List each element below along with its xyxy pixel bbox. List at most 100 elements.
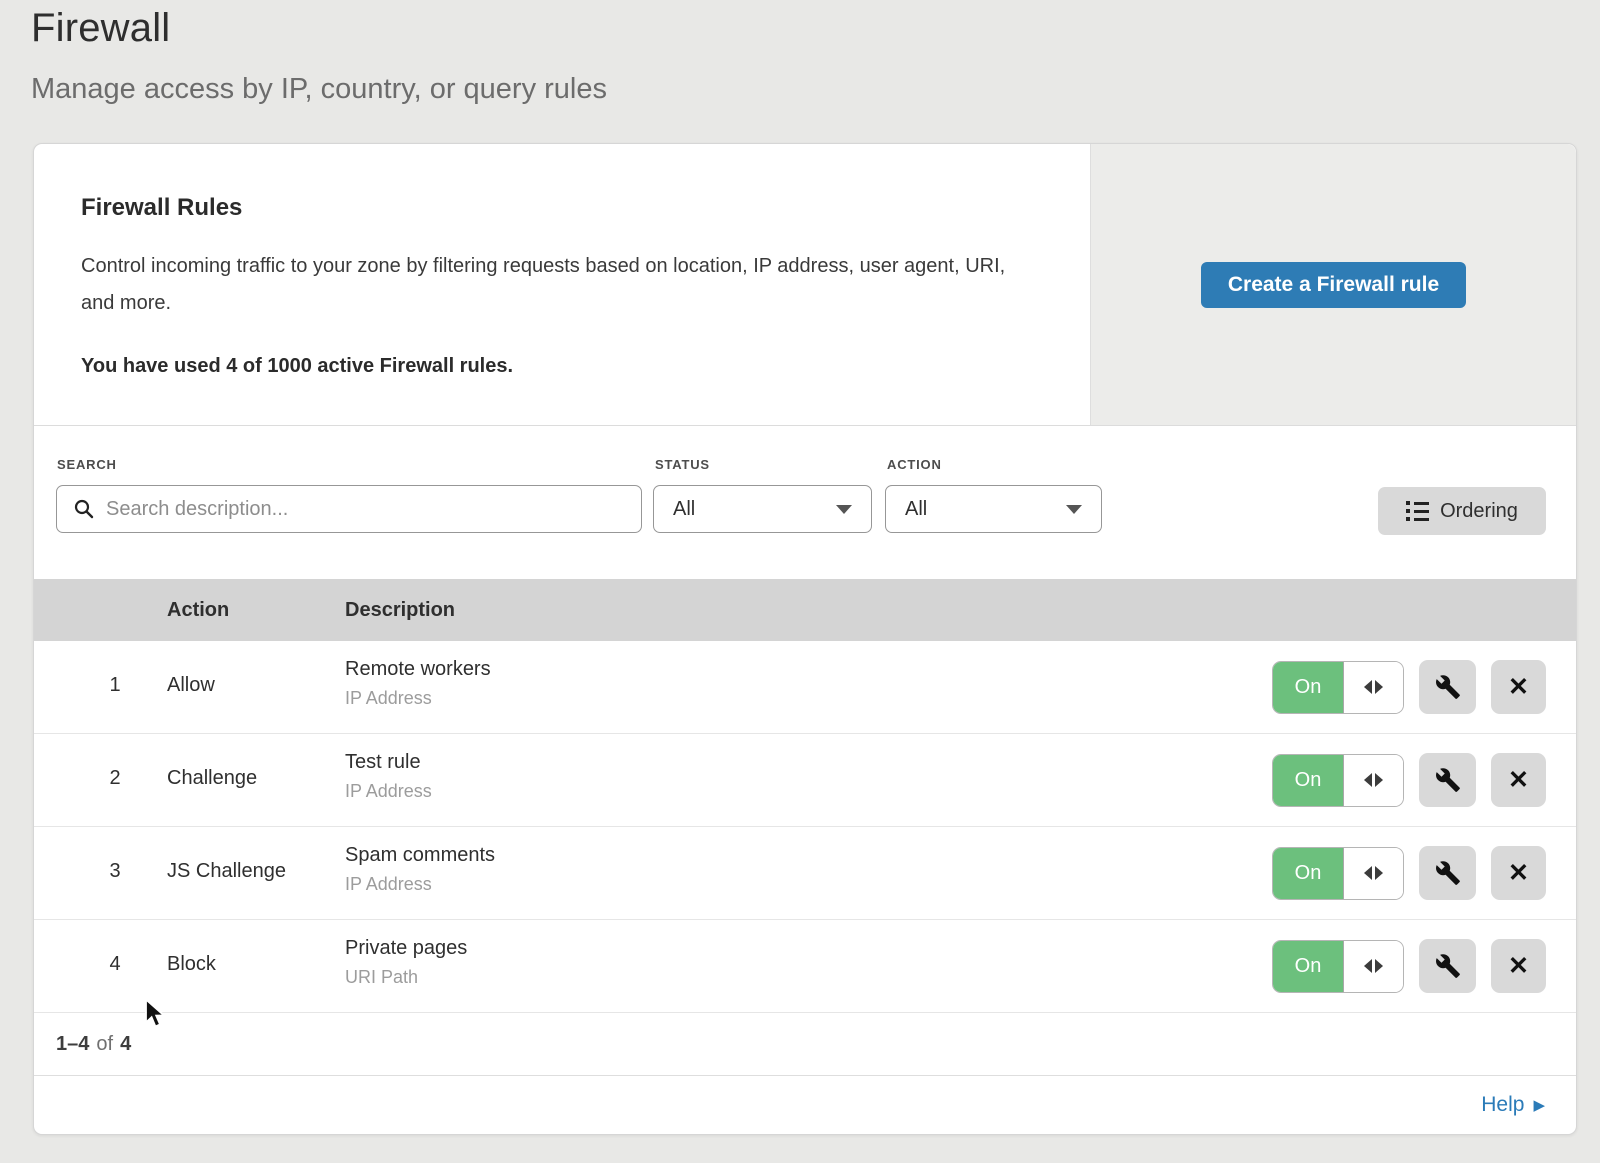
rule-description: Spam comments bbox=[345, 844, 495, 867]
rule-description: Remote workers bbox=[345, 658, 491, 681]
help-link[interactable]: Help ▶ bbox=[1481, 1093, 1545, 1117]
delete-rule-button[interactable]: ✕ bbox=[1491, 939, 1546, 993]
section-heading: Firewall Rules bbox=[81, 194, 1030, 222]
filters-section: SEARCH STATUS All ACTION All Ordering bbox=[34, 426, 1576, 579]
action-dropdown[interactable]: All bbox=[885, 485, 1102, 533]
wrench-icon bbox=[1435, 953, 1461, 979]
rule-enabled-toggle[interactable]: On bbox=[1272, 847, 1404, 900]
close-icon: ✕ bbox=[1508, 672, 1529, 702]
status-dropdown-value: All bbox=[673, 498, 695, 521]
help-row: Help ▶ bbox=[34, 1076, 1576, 1134]
help-link-label: Help bbox=[1481, 1093, 1524, 1117]
column-header-action: Action bbox=[167, 599, 229, 622]
rule-priority: 2 bbox=[95, 767, 135, 790]
create-rule-panel: Create a Firewall rule bbox=[1090, 144, 1576, 425]
pagination-footer: 1–4 of 4 bbox=[34, 1013, 1576, 1076]
delete-rule-button[interactable]: ✕ bbox=[1491, 660, 1546, 714]
ordering-button-label: Ordering bbox=[1440, 500, 1518, 523]
status-label: STATUS bbox=[655, 457, 710, 472]
rule-priority: 3 bbox=[95, 860, 135, 883]
rule-action: Challenge bbox=[167, 767, 257, 790]
ordered-list-icon bbox=[1406, 501, 1429, 521]
rule-description: Test rule bbox=[345, 751, 432, 774]
toggle-handle[interactable] bbox=[1344, 755, 1403, 806]
action-dropdown-value: All bbox=[905, 498, 927, 521]
page-title: Firewall bbox=[31, 6, 1600, 51]
page-subtitle: Manage access by IP, country, or query r… bbox=[31, 73, 1600, 106]
wrench-icon bbox=[1435, 860, 1461, 886]
rule-controls: On ✕ bbox=[1272, 753, 1546, 807]
triangle-left-icon bbox=[1364, 959, 1372, 973]
toggle-on-label: On bbox=[1273, 755, 1344, 806]
close-icon: ✕ bbox=[1508, 765, 1529, 795]
search-label: SEARCH bbox=[57, 457, 117, 472]
firewall-rules-card: Firewall Rules Control incoming traffic … bbox=[33, 143, 1577, 1135]
rule-controls: On ✕ bbox=[1272, 939, 1546, 993]
delete-rule-button[interactable]: ✕ bbox=[1491, 753, 1546, 807]
rule-description: Private pages bbox=[345, 937, 467, 960]
triangle-left-icon bbox=[1364, 866, 1372, 880]
close-icon: ✕ bbox=[1508, 951, 1529, 981]
triangle-right-icon bbox=[1375, 773, 1383, 787]
rule-controls: On ✕ bbox=[1272, 846, 1546, 900]
rule-priority: 4 bbox=[95, 953, 135, 976]
table-row: 1 Allow Remote workers IP Address On ✕ bbox=[34, 641, 1576, 734]
action-label: ACTION bbox=[887, 457, 942, 472]
triangle-right-icon bbox=[1375, 866, 1383, 880]
pagination-of: of bbox=[96, 1033, 113, 1056]
toggle-handle[interactable] bbox=[1344, 848, 1403, 899]
toggle-on-label: On bbox=[1273, 941, 1344, 992]
triangle-right-icon bbox=[1375, 959, 1383, 973]
rule-controls: On ✕ bbox=[1272, 660, 1546, 714]
search-box bbox=[56, 485, 642, 533]
chevron-down-icon bbox=[1066, 505, 1082, 514]
rule-priority: 1 bbox=[95, 674, 135, 697]
edit-rule-button[interactable] bbox=[1419, 753, 1476, 807]
rule-match-type: IP Address bbox=[345, 781, 432, 802]
search-icon bbox=[73, 498, 95, 520]
table-row: 2 Challenge Test rule IP Address On ✕ bbox=[34, 734, 1576, 827]
usage-counter: You have used 4 of 1000 active Firewall … bbox=[81, 355, 1030, 378]
table-row: 3 JS Challenge Spam comments IP Address … bbox=[34, 827, 1576, 920]
page-header: Firewall Manage access by IP, country, o… bbox=[0, 0, 1600, 106]
toggle-on-label: On bbox=[1273, 662, 1344, 713]
rule-match-type: URI Path bbox=[345, 967, 467, 988]
table-header: Action Description bbox=[34, 579, 1576, 641]
pagination-total: 4 bbox=[120, 1033, 131, 1056]
edit-rule-button[interactable] bbox=[1419, 660, 1476, 714]
rule-match-type: IP Address bbox=[345, 688, 491, 709]
toggle-on-label: On bbox=[1273, 848, 1344, 899]
intro-text-block: Firewall Rules Control incoming traffic … bbox=[34, 144, 1090, 425]
edit-rule-button[interactable] bbox=[1419, 939, 1476, 993]
status-dropdown[interactable]: All bbox=[653, 485, 872, 533]
rule-action: JS Challenge bbox=[167, 860, 286, 883]
rule-match-type: IP Address bbox=[345, 874, 495, 895]
section-description: Control incoming traffic to your zone by… bbox=[81, 248, 1030, 322]
edit-rule-button[interactable] bbox=[1419, 846, 1476, 900]
pagination-range: 1–4 bbox=[56, 1033, 89, 1056]
rule-action: Block bbox=[167, 953, 216, 976]
search-input[interactable] bbox=[106, 498, 641, 521]
wrench-icon bbox=[1435, 767, 1461, 793]
close-icon: ✕ bbox=[1508, 858, 1529, 888]
delete-rule-button[interactable]: ✕ bbox=[1491, 846, 1546, 900]
rule-enabled-toggle[interactable]: On bbox=[1272, 661, 1404, 714]
wrench-icon bbox=[1435, 674, 1461, 700]
rule-action: Allow bbox=[167, 674, 215, 697]
rule-enabled-toggle[interactable]: On bbox=[1272, 754, 1404, 807]
chevron-down-icon bbox=[836, 505, 852, 514]
table-row: 4 Block Private pages URI Path On ✕ bbox=[34, 920, 1576, 1013]
rule-description-block: Test rule IP Address bbox=[345, 751, 432, 802]
triangle-left-icon bbox=[1364, 680, 1372, 694]
rule-description-block: Remote workers IP Address bbox=[345, 658, 491, 709]
rule-description-block: Spam comments IP Address bbox=[345, 844, 495, 895]
toggle-handle[interactable] bbox=[1344, 662, 1403, 713]
intro-section: Firewall Rules Control incoming traffic … bbox=[34, 144, 1576, 426]
toggle-handle[interactable] bbox=[1344, 941, 1403, 992]
rule-enabled-toggle[interactable]: On bbox=[1272, 940, 1404, 993]
column-header-description: Description bbox=[345, 599, 455, 622]
create-firewall-rule-button[interactable]: Create a Firewall rule bbox=[1201, 262, 1466, 308]
rule-description-block: Private pages URI Path bbox=[345, 937, 467, 988]
triangle-left-icon bbox=[1364, 773, 1372, 787]
ordering-button[interactable]: Ordering bbox=[1378, 487, 1546, 535]
